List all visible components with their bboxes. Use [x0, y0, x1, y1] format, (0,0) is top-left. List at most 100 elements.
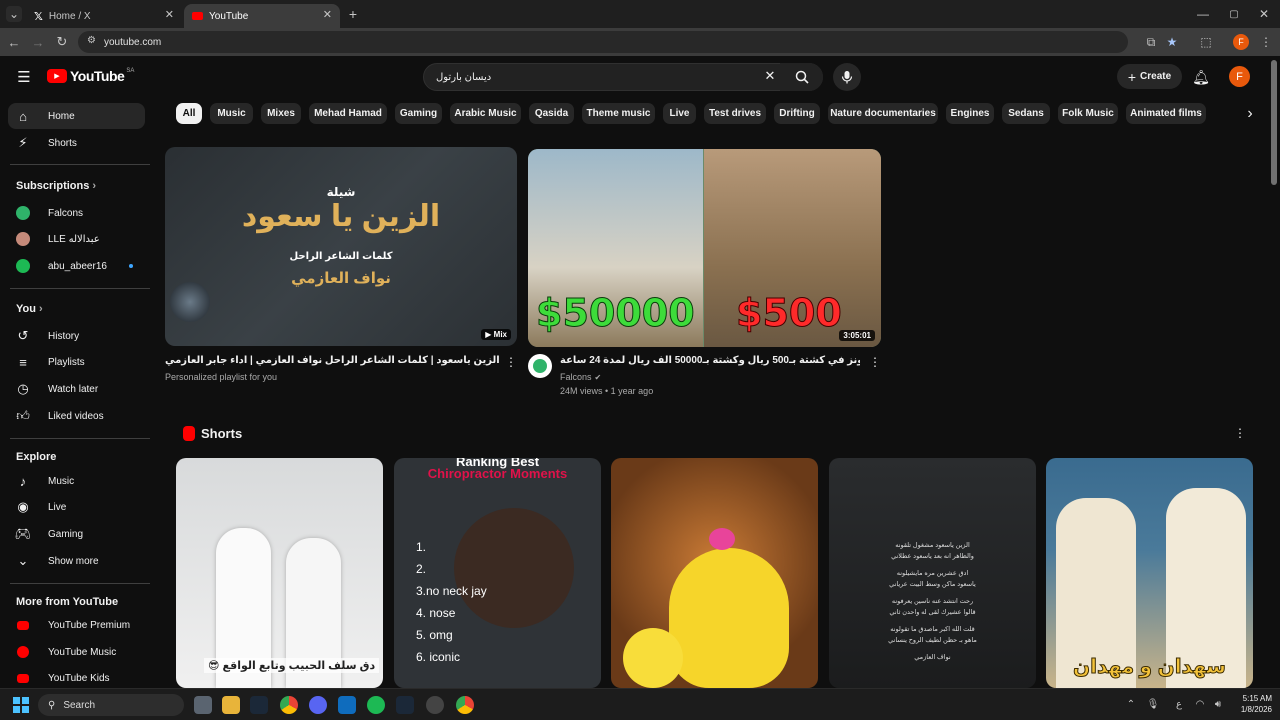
- sidebar-item-live[interactable]: ◉ Live: [8, 494, 145, 520]
- account-avatar[interactable]: F: [1229, 66, 1250, 87]
- chip[interactable]: Test drives: [704, 103, 766, 124]
- channel-name-row[interactable]: Falcons ✔: [560, 372, 601, 382]
- url-field[interactable]: ⚙ youtube.com: [78, 31, 1128, 53]
- sidebar-item-show-more[interactable]: ⌄ Show more: [8, 548, 145, 574]
- short-card[interactable]: دق سلف الحبيب وتابع الواقع 😎: [176, 458, 383, 688]
- chip[interactable]: Animated films: [1126, 103, 1206, 124]
- sidebar-item-liked-videos[interactable]: 👍︎ Liked videos: [8, 403, 145, 429]
- close-icon[interactable]: ✕: [165, 8, 174, 21]
- chip[interactable]: Engines: [946, 103, 994, 124]
- tab-youtube[interactable]: YouTube ✕: [184, 4, 340, 28]
- short-card[interactable]: [611, 458, 818, 688]
- short-card[interactable]: سهدان و مهدان: [1046, 458, 1253, 688]
- browser-menu-icon[interactable]: ⋮: [1258, 34, 1274, 50]
- notifications-bell-icon[interactable]: 🔔︎: [1192, 68, 1210, 86]
- chip[interactable]: Live: [663, 103, 696, 124]
- clear-search-icon[interactable]: ✕: [762, 68, 778, 84]
- channel-avatar[interactable]: [528, 354, 552, 378]
- video-thumbnail[interactable]: $50000 $500 3:05:01: [528, 149, 881, 347]
- volume-icon[interactable]: 🔊︎: [1211, 697, 1225, 711]
- avatar: [16, 232, 30, 246]
- taskbar-search[interactable]: ⚲ Search: [38, 694, 184, 716]
- windows-start-icon[interactable]: [13, 697, 29, 713]
- chip[interactable]: Mehad Hamad: [309, 103, 387, 124]
- sidebar-item-gaming[interactable]: 🎮︎ Gaming: [8, 521, 145, 547]
- video-title[interactable]: فالكونز في كشتة بـ500 ريال وكشتة بـ50000…: [560, 355, 860, 366]
- video-thumbnail[interactable]: شيلة الزين يا سعود كلمات الشاعر الراحل ن…: [165, 147, 517, 346]
- thumb-text: نواف العازمي: [291, 270, 391, 287]
- sidebar-item-shorts[interactable]: ⚡︎ Shorts: [8, 130, 145, 156]
- chip[interactable]: Drifting: [774, 103, 820, 124]
- more-options-icon[interactable]: ⋮: [868, 355, 882, 369]
- tab-search-icon[interactable]: ⌄: [6, 6, 22, 22]
- search-button[interactable]: [780, 63, 823, 91]
- discord-icon[interactable]: [309, 696, 327, 714]
- sidebar-item-youtube-music[interactable]: YouTube Music: [8, 639, 145, 665]
- chip[interactable]: Theme music: [582, 103, 655, 124]
- chrome-icon[interactable]: [456, 696, 474, 714]
- tab-x[interactable]: 𝕏 Home / X ✕: [26, 4, 182, 28]
- sidebar-item-music[interactable]: ♪ Music: [8, 468, 145, 494]
- sidebar-item-youtube-premium[interactable]: YouTube Premium: [8, 612, 145, 638]
- mic-tray-icon[interactable]: 🎙︎: [1146, 697, 1160, 711]
- sidebar-item-watch-later[interactable]: ◷ Watch later: [8, 376, 145, 402]
- short-card[interactable]: Ranking Best Chiropractor Moments 1. 2. …: [394, 458, 601, 688]
- new-tab-icon[interactable]: +: [345, 6, 361, 22]
- subscriptions-heading[interactable]: Subscriptions ›: [16, 180, 96, 192]
- watch-later-icon: ◷: [17, 381, 29, 396]
- more-options-icon[interactable]: ⋮: [1233, 426, 1247, 440]
- wifi-icon[interactable]: ◠: [1193, 697, 1207, 711]
- close-icon[interactable]: ✕: [323, 8, 332, 21]
- task-view-icon[interactable]: [194, 696, 212, 714]
- chip[interactable]: All: [176, 103, 202, 124]
- youtube-logo[interactable]: ▶ YouTube SA: [47, 68, 134, 84]
- language-icon[interactable]: ع: [1172, 697, 1186, 711]
- sidebar-item-playlists[interactable]: ≡ Playlists: [8, 349, 145, 375]
- profile-avatar[interactable]: F: [1233, 34, 1249, 50]
- clock[interactable]: 5:15 AM 1/8/2026: [1228, 693, 1272, 715]
- sidebar-item-home[interactable]: ⌂ Home: [8, 103, 145, 129]
- chrome-icon[interactable]: [280, 696, 298, 714]
- sidebar-item-falcons[interactable]: Falcons: [8, 200, 145, 226]
- back-icon[interactable]: ←: [6, 34, 22, 50]
- guide-menu-icon[interactable]: ☰: [15, 68, 33, 86]
- chip[interactable]: Mixes: [261, 103, 301, 124]
- file-explorer-icon[interactable]: [222, 696, 240, 714]
- chip[interactable]: Nature documentaries: [828, 103, 938, 124]
- app-icon[interactable]: [426, 696, 444, 714]
- mix-badge: ▶ Mix: [481, 329, 511, 340]
- minimize-icon[interactable]: —: [1195, 6, 1211, 22]
- video-title[interactable]: شيلة الزين ياسعود | كلمات الشاعر الراحل …: [165, 355, 500, 366]
- page-scrollbar[interactable]: [1271, 60, 1277, 185]
- forward-icon[interactable]: →: [30, 34, 46, 50]
- steam-icon[interactable]: [396, 696, 414, 714]
- chip[interactable]: Sedans: [1002, 103, 1050, 124]
- chip[interactable]: Qasida: [529, 103, 574, 124]
- close-window-icon[interactable]: ✕: [1256, 6, 1272, 22]
- short-card[interactable]: الزين ياسعود مشغول تلقونه والظاهر انه بع…: [829, 458, 1036, 688]
- sidebar-item-history[interactable]: ↺ History: [8, 323, 145, 349]
- chip[interactable]: Arabic Music: [450, 103, 521, 124]
- chip[interactable]: Folk Music: [1058, 103, 1118, 124]
- steam-icon[interactable]: [250, 696, 268, 714]
- chevron-right-icon[interactable]: ›: [1240, 104, 1260, 124]
- sidebar-item-lle[interactable]: LLE عبدالاله: [8, 226, 145, 252]
- play-icon: ▶: [485, 330, 494, 339]
- site-info-icon[interactable]: ⚙: [87, 35, 96, 46]
- more-options-icon[interactable]: ⋮: [504, 355, 518, 369]
- chevron-up-icon[interactable]: ⌃: [1124, 697, 1138, 711]
- mail-icon[interactable]: [338, 696, 356, 714]
- you-heading[interactable]: You ›: [16, 303, 43, 315]
- extensions-icon[interactable]: ⬚: [1198, 34, 1214, 50]
- chip[interactable]: Music: [210, 103, 253, 124]
- maximize-icon[interactable]: ▢: [1226, 6, 1242, 22]
- search-label: Search: [63, 699, 96, 711]
- reload-icon[interactable]: ↻: [54, 34, 70, 50]
- bookmark-star-icon[interactable]: ★: [1164, 34, 1180, 50]
- voice-search-button[interactable]: [833, 63, 861, 91]
- chip[interactable]: Gaming: [395, 103, 442, 124]
- spotify-icon[interactable]: [367, 696, 385, 714]
- create-button[interactable]: + Create: [1117, 64, 1182, 89]
- sidebar-item-abu-abeer16[interactable]: abu_abeer16: [8, 253, 145, 279]
- cast-icon[interactable]: ⧉: [1143, 34, 1159, 50]
